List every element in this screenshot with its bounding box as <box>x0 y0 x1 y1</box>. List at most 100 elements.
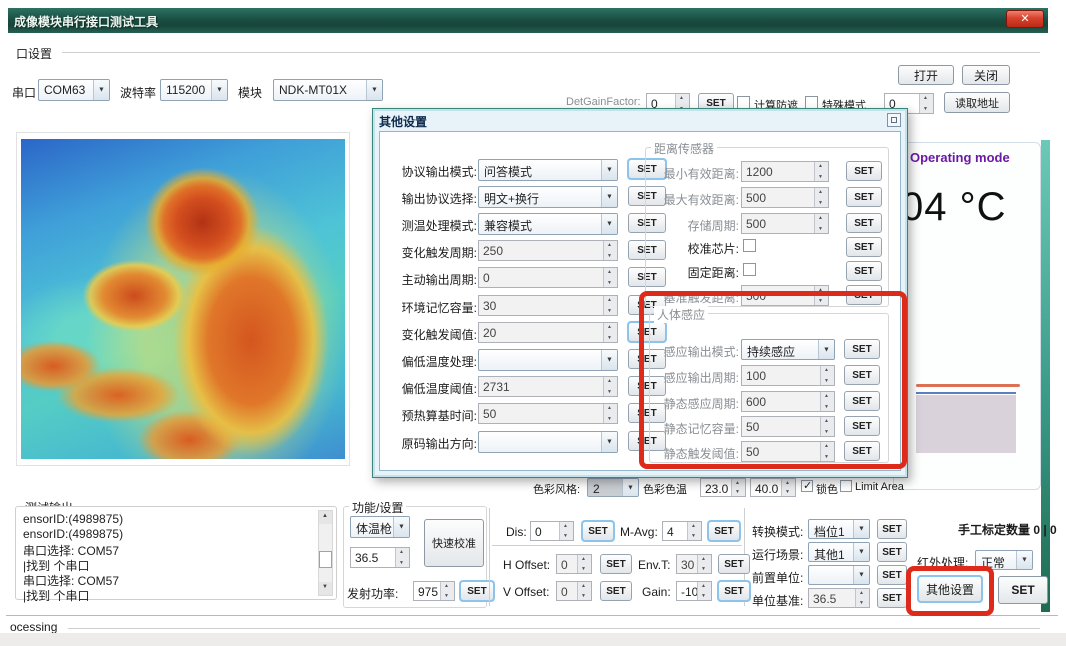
open-port-button[interactable]: 打开 <box>898 65 954 85</box>
spinner-arrows-icon[interactable] <box>781 479 795 496</box>
spinner-arrows-icon[interactable] <box>814 214 828 233</box>
spinner-arrows-icon[interactable] <box>820 442 834 461</box>
static-trigger-threshold-stepper[interactable]: 50 <box>741 441 835 462</box>
low-temp-process-select[interactable] <box>478 349 618 371</box>
set-button[interactable]: SET <box>877 542 907 562</box>
unit-base-stepper[interactable]: 36.5 <box>808 588 870 608</box>
set-button[interactable]: SET <box>877 588 907 608</box>
raw-output-direction-select[interactable] <box>478 431 618 453</box>
front-unit-select[interactable] <box>808 565 870 585</box>
set-button[interactable]: SET <box>844 365 880 385</box>
spinner-arrows-icon[interactable] <box>603 241 617 260</box>
set-button[interactable]: SET <box>600 554 632 574</box>
env-memory-stepper[interactable]: 30 <box>478 295 618 316</box>
ir-process-select[interactable]: 正常 <box>975 550 1033 570</box>
title-bar[interactable]: 成像模块串行接口测试工具 <box>8 8 1048 33</box>
spinner-arrows-icon[interactable] <box>697 555 711 573</box>
spinner-arrows-icon[interactable] <box>603 268 617 287</box>
gain-stepper[interactable]: -10 <box>676 581 712 601</box>
limit-area-checkbox[interactable] <box>840 480 852 492</box>
spinner-arrows-icon[interactable] <box>814 162 828 181</box>
low-temp-threshold-stepper[interactable]: 2731 <box>478 376 618 397</box>
v-offset-stepper[interactable]: 0 <box>556 581 592 601</box>
color-lock-checkbox[interactable] <box>801 480 813 492</box>
read-address-button[interactable]: 读取地址 <box>944 92 1010 113</box>
scroll-thumb[interactable] <box>319 551 332 568</box>
spinner-arrows-icon[interactable] <box>577 582 591 600</box>
spinner-arrows-icon[interactable] <box>814 286 828 305</box>
emissive-power-stepper[interactable]: 975 <box>413 581 455 601</box>
spinner-arrows-icon[interactable] <box>603 323 617 342</box>
dis-stepper[interactable]: 0 <box>530 521 574 541</box>
spinner-arrows-icon[interactable] <box>603 377 617 396</box>
com-port-select[interactable]: COM63 <box>38 79 110 101</box>
measure-mode-select[interactable]: 体温枪 <box>350 516 410 538</box>
spinner-arrows-icon[interactable] <box>820 417 834 436</box>
set-button[interactable]: SET <box>718 554 750 574</box>
color-min-stepper[interactable]: 23.0 <box>700 478 746 497</box>
spinner-arrows-icon[interactable] <box>687 522 701 540</box>
spinner-arrows-icon[interactable] <box>603 404 617 423</box>
log-output[interactable]: ensorID:(4989875) ensorID:(4989875) 串口选择… <box>15 506 337 600</box>
set-button[interactable]: SET <box>846 161 882 181</box>
sensing-output-mode-select[interactable]: 持续感应 <box>741 339 835 360</box>
spinner-arrows-icon[interactable] <box>395 548 409 567</box>
scroll-down-icon[interactable] <box>319 582 332 595</box>
set-button[interactable]: SET <box>846 213 882 233</box>
maximize-icon[interactable] <box>887 113 901 127</box>
min-distance-stepper[interactable]: 1200 <box>741 161 829 182</box>
spinner-arrows-icon[interactable] <box>559 522 573 540</box>
calib-chip-checkbox[interactable] <box>743 239 756 252</box>
spinner-arrows-icon[interactable] <box>814 188 828 207</box>
protocol-output-mode-select[interactable]: 问答模式 <box>478 159 618 181</box>
set-button[interactable]: SET <box>582 521 614 541</box>
set-button[interactable]: SET <box>600 581 632 601</box>
base-trigger-distance-stepper[interactable]: 500 <box>741 285 829 306</box>
static-memory-stepper[interactable]: 50 <box>741 416 835 437</box>
storage-period-stepper[interactable]: 500 <box>741 213 829 234</box>
set-button[interactable]: SET <box>877 519 907 539</box>
output-protocol-select[interactable]: 明文+换行 <box>478 186 618 208</box>
spinner-arrows-icon[interactable] <box>697 582 711 600</box>
set-button[interactable]: SET <box>877 565 907 585</box>
other-settings-button[interactable]: 其他设置 <box>918 576 982 602</box>
run-scene-select[interactable]: 其他1 <box>808 542 870 562</box>
fixed-distance-checkbox[interactable] <box>743 263 756 276</box>
close-port-button[interactable]: 关闭 <box>962 65 1010 85</box>
sensing-output-period-stepper[interactable]: 100 <box>741 365 835 386</box>
spinner-arrows-icon[interactable] <box>603 296 617 315</box>
set-button[interactable]: SET <box>846 285 882 305</box>
spinner-arrows-icon[interactable] <box>820 366 834 385</box>
max-distance-stepper[interactable]: 500 <box>741 187 829 208</box>
preheat-base-time-stepper[interactable]: 50 <box>478 403 618 424</box>
set-button[interactable]: SET <box>846 237 882 257</box>
h-offset-stepper[interactable]: 0 <box>556 554 592 574</box>
spinner-arrows-icon[interactable] <box>855 589 869 607</box>
change-trigger-period-stepper[interactable]: 250 <box>478 240 618 261</box>
set-button[interactable]: SET <box>846 187 882 207</box>
base-temp-stepper[interactable]: 36.5 <box>350 547 410 568</box>
spinner-arrows-icon[interactable] <box>577 555 591 573</box>
color-style-select[interactable]: 2 <box>587 478 639 497</box>
spinner-arrows-icon[interactable] <box>820 392 834 411</box>
set-button[interactable]: SET <box>708 521 740 541</box>
module-select[interactable]: NDK-MT01X <box>273 79 383 101</box>
set-button[interactable]: SET <box>844 416 880 436</box>
set-button[interactable]: SET <box>844 391 880 411</box>
change-trigger-threshold-stepper[interactable]: 20 <box>478 322 618 343</box>
spinner-arrows-icon[interactable] <box>731 479 745 496</box>
envt-stepper[interactable]: 30 <box>676 554 712 574</box>
mavg-stepper[interactable]: 4 <box>662 521 702 541</box>
spinner-arrows-icon[interactable] <box>440 582 454 600</box>
spinner-arrows-icon[interactable] <box>919 94 933 113</box>
log-scrollbar[interactable] <box>318 510 333 596</box>
set-button[interactable]: SET <box>998 576 1048 604</box>
set-button[interactable]: SET <box>846 261 882 281</box>
convert-mode-select[interactable]: 档位1 <box>808 519 870 539</box>
close-icon[interactable] <box>1006 10 1044 28</box>
color-max-stepper[interactable]: 40.0 <box>750 478 796 497</box>
temp-process-mode-select[interactable]: 兼容模式 <box>478 213 618 235</box>
static-sensing-period-stepper[interactable]: 600 <box>741 391 835 412</box>
set-button[interactable]: SET <box>844 339 880 359</box>
scroll-up-icon[interactable] <box>319 511 332 524</box>
